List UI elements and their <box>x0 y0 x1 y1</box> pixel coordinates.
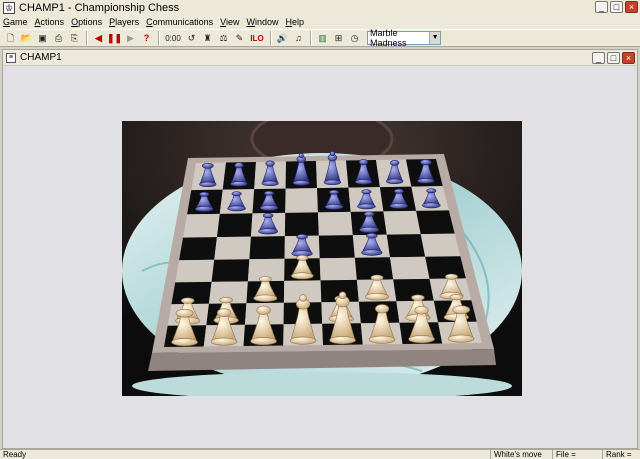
board-square[interactable] <box>249 236 285 260</box>
board-square[interactable] <box>420 233 461 257</box>
menu-view[interactable]: View <box>220 17 239 27</box>
board-square[interactable] <box>285 188 318 213</box>
toolbar-separator <box>158 31 160 45</box>
level-icon[interactable]: ILO <box>248 31 266 46</box>
menu-bar: Game Actions Options Players Communicati… <box>0 15 640 29</box>
menu-communications[interactable]: Communications <box>146 17 213 27</box>
toolbar-separator <box>310 31 312 45</box>
menu-options[interactable]: Options <box>71 17 102 27</box>
menu-players[interactable]: Players <box>109 17 139 27</box>
close-button[interactable]: × <box>625 1 638 13</box>
save-icon[interactable]: ▣ <box>35 31 50 46</box>
app-title-bar[interactable]: ♔ CHAMP1 - Championship Chess _ □ × <box>0 0 640 15</box>
board-square[interactable] <box>317 211 353 236</box>
child-minimize-button[interactable]: _ <box>592 52 605 64</box>
board-square[interactable] <box>319 257 357 281</box>
board-theme-select[interactable]: Marble Madness ▼ <box>367 28 441 48</box>
menu-window[interactable]: Window <box>247 17 279 27</box>
board-square[interactable] <box>214 236 251 260</box>
board-square[interactable] <box>318 235 355 259</box>
minimize-button[interactable]: _ <box>595 1 608 13</box>
status-ready: Ready <box>3 450 27 459</box>
game-window-title: CHAMP1 <box>20 52 62 63</box>
board-square[interactable] <box>386 234 426 258</box>
hint-icon[interactable]: ? <box>139 31 154 46</box>
sound-icon[interactable]: 🔊 <box>275 31 290 46</box>
board-squares <box>164 159 482 347</box>
game-window-title-bar[interactable]: ≡ CHAMP1 _ □ × <box>3 50 637 66</box>
undo-icon[interactable]: ↺ <box>184 31 199 46</box>
music-icon[interactable]: ♫ <box>291 31 306 46</box>
board-square[interactable] <box>179 237 217 261</box>
analysis-icon[interactable]: ⚖ <box>216 31 231 46</box>
chess-app-icon[interactable]: ♔ <box>3 1 15 14</box>
toolbar-separator <box>86 31 88 45</box>
board-view-icon[interactable]: ⊞ <box>331 31 346 46</box>
print-preview-icon[interactable]: ⎘ <box>67 31 82 46</box>
print-icon[interactable]: ⎙ <box>51 31 66 46</box>
child-maximize-button[interactable]: □ <box>607 52 620 64</box>
chess-board-view[interactable] <box>122 121 522 396</box>
maximize-button[interactable]: □ <box>610 1 623 13</box>
child-close-button[interactable]: × <box>622 52 635 64</box>
toolbar-separator <box>270 31 272 45</box>
clock-icon[interactable]: 0:00 <box>163 31 183 46</box>
forward-icon[interactable]: ▶ <box>123 31 138 46</box>
document-icon[interactable]: ≡ <box>6 52 16 63</box>
menu-actions[interactable]: Actions <box>35 17 65 27</box>
board-square[interactable] <box>383 210 421 235</box>
board-square[interactable] <box>416 210 455 235</box>
status-file: File = <box>552 450 602 459</box>
board-square[interactable] <box>175 259 215 283</box>
setup-icon[interactable]: ♜ <box>200 31 215 46</box>
app-title: CHAMP1 - Championship Chess <box>19 1 180 14</box>
status-bar: Ready White's move File = Rank = <box>0 449 640 459</box>
status-move: White's move <box>490 450 552 459</box>
chevron-down-icon[interactable]: ▼ <box>429 32 440 44</box>
board-theme-value: Marble Madness <box>370 28 407 48</box>
chess-scene[interactable] <box>122 121 522 396</box>
game-window: ≡ CHAMP1 _ □ × <box>2 49 638 449</box>
timer-icon[interactable]: ◷ <box>347 31 362 46</box>
chart-icon[interactable]: ▥ <box>315 31 330 46</box>
menu-help[interactable]: Help <box>286 17 305 27</box>
board-square[interactable] <box>390 256 430 280</box>
board-square[interactable] <box>216 213 253 238</box>
back-icon[interactable]: ◀ <box>91 31 106 46</box>
new-icon[interactable]: 🗋 <box>3 31 18 46</box>
toolbar: 🗋 📂 ▣ ⎙ ⎘ ◀ ❚❚ ▶ ? 0:00 ↺ ♜ ⚖ ✎ ILO 🔊 ♫ … <box>0 28 640 48</box>
board-square[interactable] <box>284 212 319 237</box>
board-square[interactable] <box>211 259 250 282</box>
status-rank: Rank = <box>602 450 640 459</box>
menu-game[interactable]: Game <box>3 17 28 27</box>
board-square[interactable] <box>183 213 220 238</box>
pause-icon[interactable]: ❚❚ <box>107 31 122 46</box>
open-icon[interactable]: 📂 <box>19 31 34 46</box>
edit-icon[interactable]: ✎ <box>232 31 247 46</box>
